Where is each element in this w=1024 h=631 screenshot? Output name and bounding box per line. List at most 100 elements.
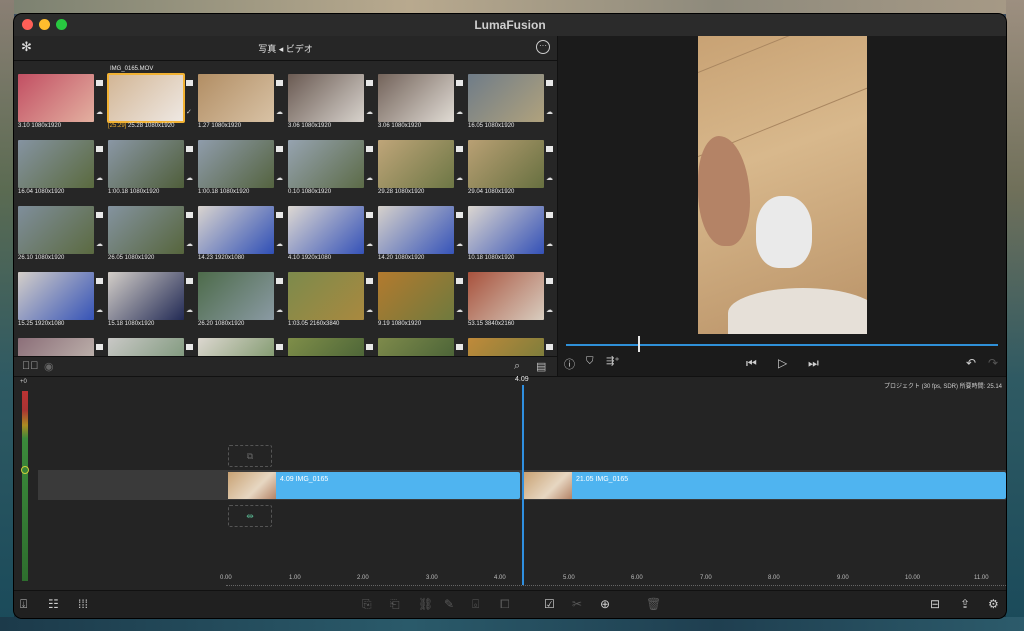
media-thumbnail-cell[interactable]: ☁ 3.06 1080x1920 xyxy=(288,74,374,136)
media-thumbnail-cell[interactable]: ☁ 0.10 1080x1920 xyxy=(288,140,374,202)
skip-forward-icon[interactable]: ⏭ xyxy=(808,356,819,371)
media-thumbnail-cell[interactable]: ☁ 3.06 1080x1920 xyxy=(378,74,464,136)
media-thumbnail[interactable] xyxy=(198,338,274,356)
list-view-icon[interactable]: ☷ xyxy=(48,597,59,611)
select-box-icon[interactable] xyxy=(186,80,193,86)
select-box-icon[interactable] xyxy=(456,80,463,86)
select-box-icon[interactable] xyxy=(96,80,103,86)
media-thumbnail-cell[interactable]: ☁ 1.27 1080x1920 xyxy=(198,74,284,136)
select-box-icon[interactable] xyxy=(546,146,553,152)
select-box-icon[interactable] xyxy=(456,344,463,350)
media-thumbnail-cell[interactable]: ☁ xyxy=(378,338,464,356)
media-thumbnail[interactable] xyxy=(288,206,364,254)
media-thumbnail[interactable] xyxy=(18,272,94,320)
select-box-icon[interactable] xyxy=(366,344,373,350)
overwrite-clip-icon[interactable]: ⎗ xyxy=(390,597,400,612)
grid-view-icon[interactable]: ⁞⁞⁞ xyxy=(78,597,88,611)
select-box-icon[interactable] xyxy=(456,278,463,284)
media-thumbnail[interactable] xyxy=(288,272,364,320)
select-box-icon[interactable] xyxy=(366,80,373,86)
pencil-icon[interactable]: ✎ xyxy=(444,597,454,611)
insert-clip-icon[interactable]: ⎘ xyxy=(362,597,372,612)
media-thumbnail-cell[interactable]: ☁ 9.19 1080x1920 xyxy=(378,272,464,334)
media-thumbnail[interactable] xyxy=(468,206,544,254)
media-thumbnail[interactable] xyxy=(198,206,274,254)
gear-icon[interactable]: ✻ xyxy=(21,40,35,54)
media-thumbnail[interactable] xyxy=(107,73,185,123)
media-thumbnail-cell[interactable]: ☁ 16.05 1080x1920 xyxy=(468,74,553,136)
media-thumbnail[interactable] xyxy=(288,140,364,188)
add-to-timeline-icon[interactable]: ⇶⁺ xyxy=(606,356,620,367)
redo-icon[interactable]: ↷ xyxy=(988,356,998,370)
media-thumbnail[interactable] xyxy=(468,338,544,356)
media-thumbnail[interactable] xyxy=(108,272,184,320)
select-box-icon[interactable] xyxy=(186,212,193,218)
media-thumbnail-cell[interactable]: ☁ xyxy=(18,338,104,356)
timeline-clip-1[interactable]: 4.09 IMG_0165 xyxy=(228,472,520,499)
media-thumbnail-cell[interactable]: ☁ 14.23 1920x1080 xyxy=(198,206,284,268)
more-icon[interactable]: ··· xyxy=(536,40,550,54)
media-thumbnail-cell[interactable]: ☁ 15.18 1080x1920 xyxy=(108,272,194,334)
close-window-button[interactable] xyxy=(22,19,33,30)
media-thumbnail[interactable] xyxy=(288,338,364,356)
media-thumbnail[interactable] xyxy=(378,140,454,188)
preview-scrubber-handle[interactable] xyxy=(638,336,640,352)
media-thumbnail[interactable] xyxy=(288,74,364,122)
timeline-clip-2[interactable]: 21.05 IMG_0165 xyxy=(524,472,1006,499)
media-thumbnail-cell[interactable]: ☁ 4.10 1920x1080 xyxy=(288,206,374,268)
media-thumbnail[interactable] xyxy=(108,140,184,188)
select-box-icon[interactable] xyxy=(546,212,553,218)
media-thumbnail-cell[interactable]: ☁ 14.20 1080x1920 xyxy=(378,206,464,268)
select-box-icon[interactable] xyxy=(366,278,373,284)
link-icon[interactable]: ⛓ xyxy=(418,597,433,611)
scissors-icon[interactable]: ✂ xyxy=(572,597,582,611)
preview-scrubber-track[interactable] xyxy=(566,344,998,346)
media-thumbnail[interactable] xyxy=(198,140,274,188)
undo-icon[interactable]: ↶ xyxy=(966,356,976,370)
media-thumbnail-cell[interactable]: ☁ 29.04 1080x1920 xyxy=(468,140,553,202)
media-thumbnail[interactable] xyxy=(198,74,274,122)
select-box-icon[interactable] xyxy=(96,344,103,350)
media-thumbnail[interactable] xyxy=(378,338,454,356)
record-icon[interactable]: ◉ xyxy=(44,360,54,373)
select-box-icon[interactable] xyxy=(186,278,193,284)
info-icon[interactable]: ⓘ xyxy=(564,356,575,372)
media-thumbnail-cell[interactable]: ☁ 1:00.18 1080x1920 xyxy=(198,140,284,202)
media-thumbnail-cell[interactable]: ☁ xyxy=(198,338,284,356)
skip-back-icon[interactable]: ⏮ xyxy=(746,356,757,371)
select-box-icon[interactable] xyxy=(366,146,373,152)
select-box-icon[interactable] xyxy=(276,344,283,350)
media-thumbnail-cell[interactable]: ☁ 1:00.18 1080x1920 xyxy=(108,140,194,202)
media-thumbnail-cell[interactable]: ☁ xyxy=(288,338,374,356)
select-box-icon[interactable] xyxy=(546,344,553,350)
share-icon[interactable]: ⇪ xyxy=(960,597,970,611)
media-thumbnail-cell[interactable]: ☁ xyxy=(468,338,553,356)
media-thumbnail[interactable] xyxy=(378,206,454,254)
media-thumbnail-cell[interactable]: ☁ 10.18 1080x1920 xyxy=(468,206,553,268)
media-thumbnail[interactable] xyxy=(378,272,454,320)
media-thumbnail[interactable] xyxy=(468,140,544,188)
add-icon[interactable]: ⊕ xyxy=(600,597,610,611)
select-box-icon[interactable] xyxy=(276,80,283,86)
minimize-window-button[interactable] xyxy=(39,19,50,30)
volume-knob[interactable] xyxy=(21,466,29,474)
freeze-frame-icon[interactable]: ⌻ xyxy=(472,597,479,612)
media-thumbnail-cell[interactable]: ☁ 3.10 1080x1920 xyxy=(18,74,104,136)
media-thumbnail-cell[interactable]: ☁ 53.15 3840x2160 xyxy=(468,272,553,334)
media-thumbnail[interactable] xyxy=(108,206,184,254)
select-box-icon[interactable] xyxy=(276,212,283,218)
media-thumbnail[interactable] xyxy=(468,272,544,320)
media-thumbnail[interactable] xyxy=(18,338,94,356)
layout-icon[interactable]: ⊟ xyxy=(930,597,940,611)
select-box-icon[interactable] xyxy=(276,146,283,152)
media-thumbnail[interactable] xyxy=(18,206,94,254)
timeline-playhead[interactable] xyxy=(522,385,524,585)
media-thumbnail-cell[interactable]: ☁ 26.10 1080x1920 xyxy=(18,206,104,268)
trash-icon[interactable]: 🗑 xyxy=(646,597,661,611)
media-thumbnail-cell[interactable]: IMG_0165.MOV ✓ [25.29] 25.28 1080x1920 xyxy=(107,66,194,136)
select-box-icon[interactable] xyxy=(186,146,193,152)
library-title[interactable]: 写真 ◂ ビデオ xyxy=(258,42,313,55)
ghost-audio-track-icon[interactable]: ⇹ xyxy=(228,505,272,527)
select-box-icon[interactable] xyxy=(276,278,283,284)
select-box-icon[interactable] xyxy=(546,278,553,284)
